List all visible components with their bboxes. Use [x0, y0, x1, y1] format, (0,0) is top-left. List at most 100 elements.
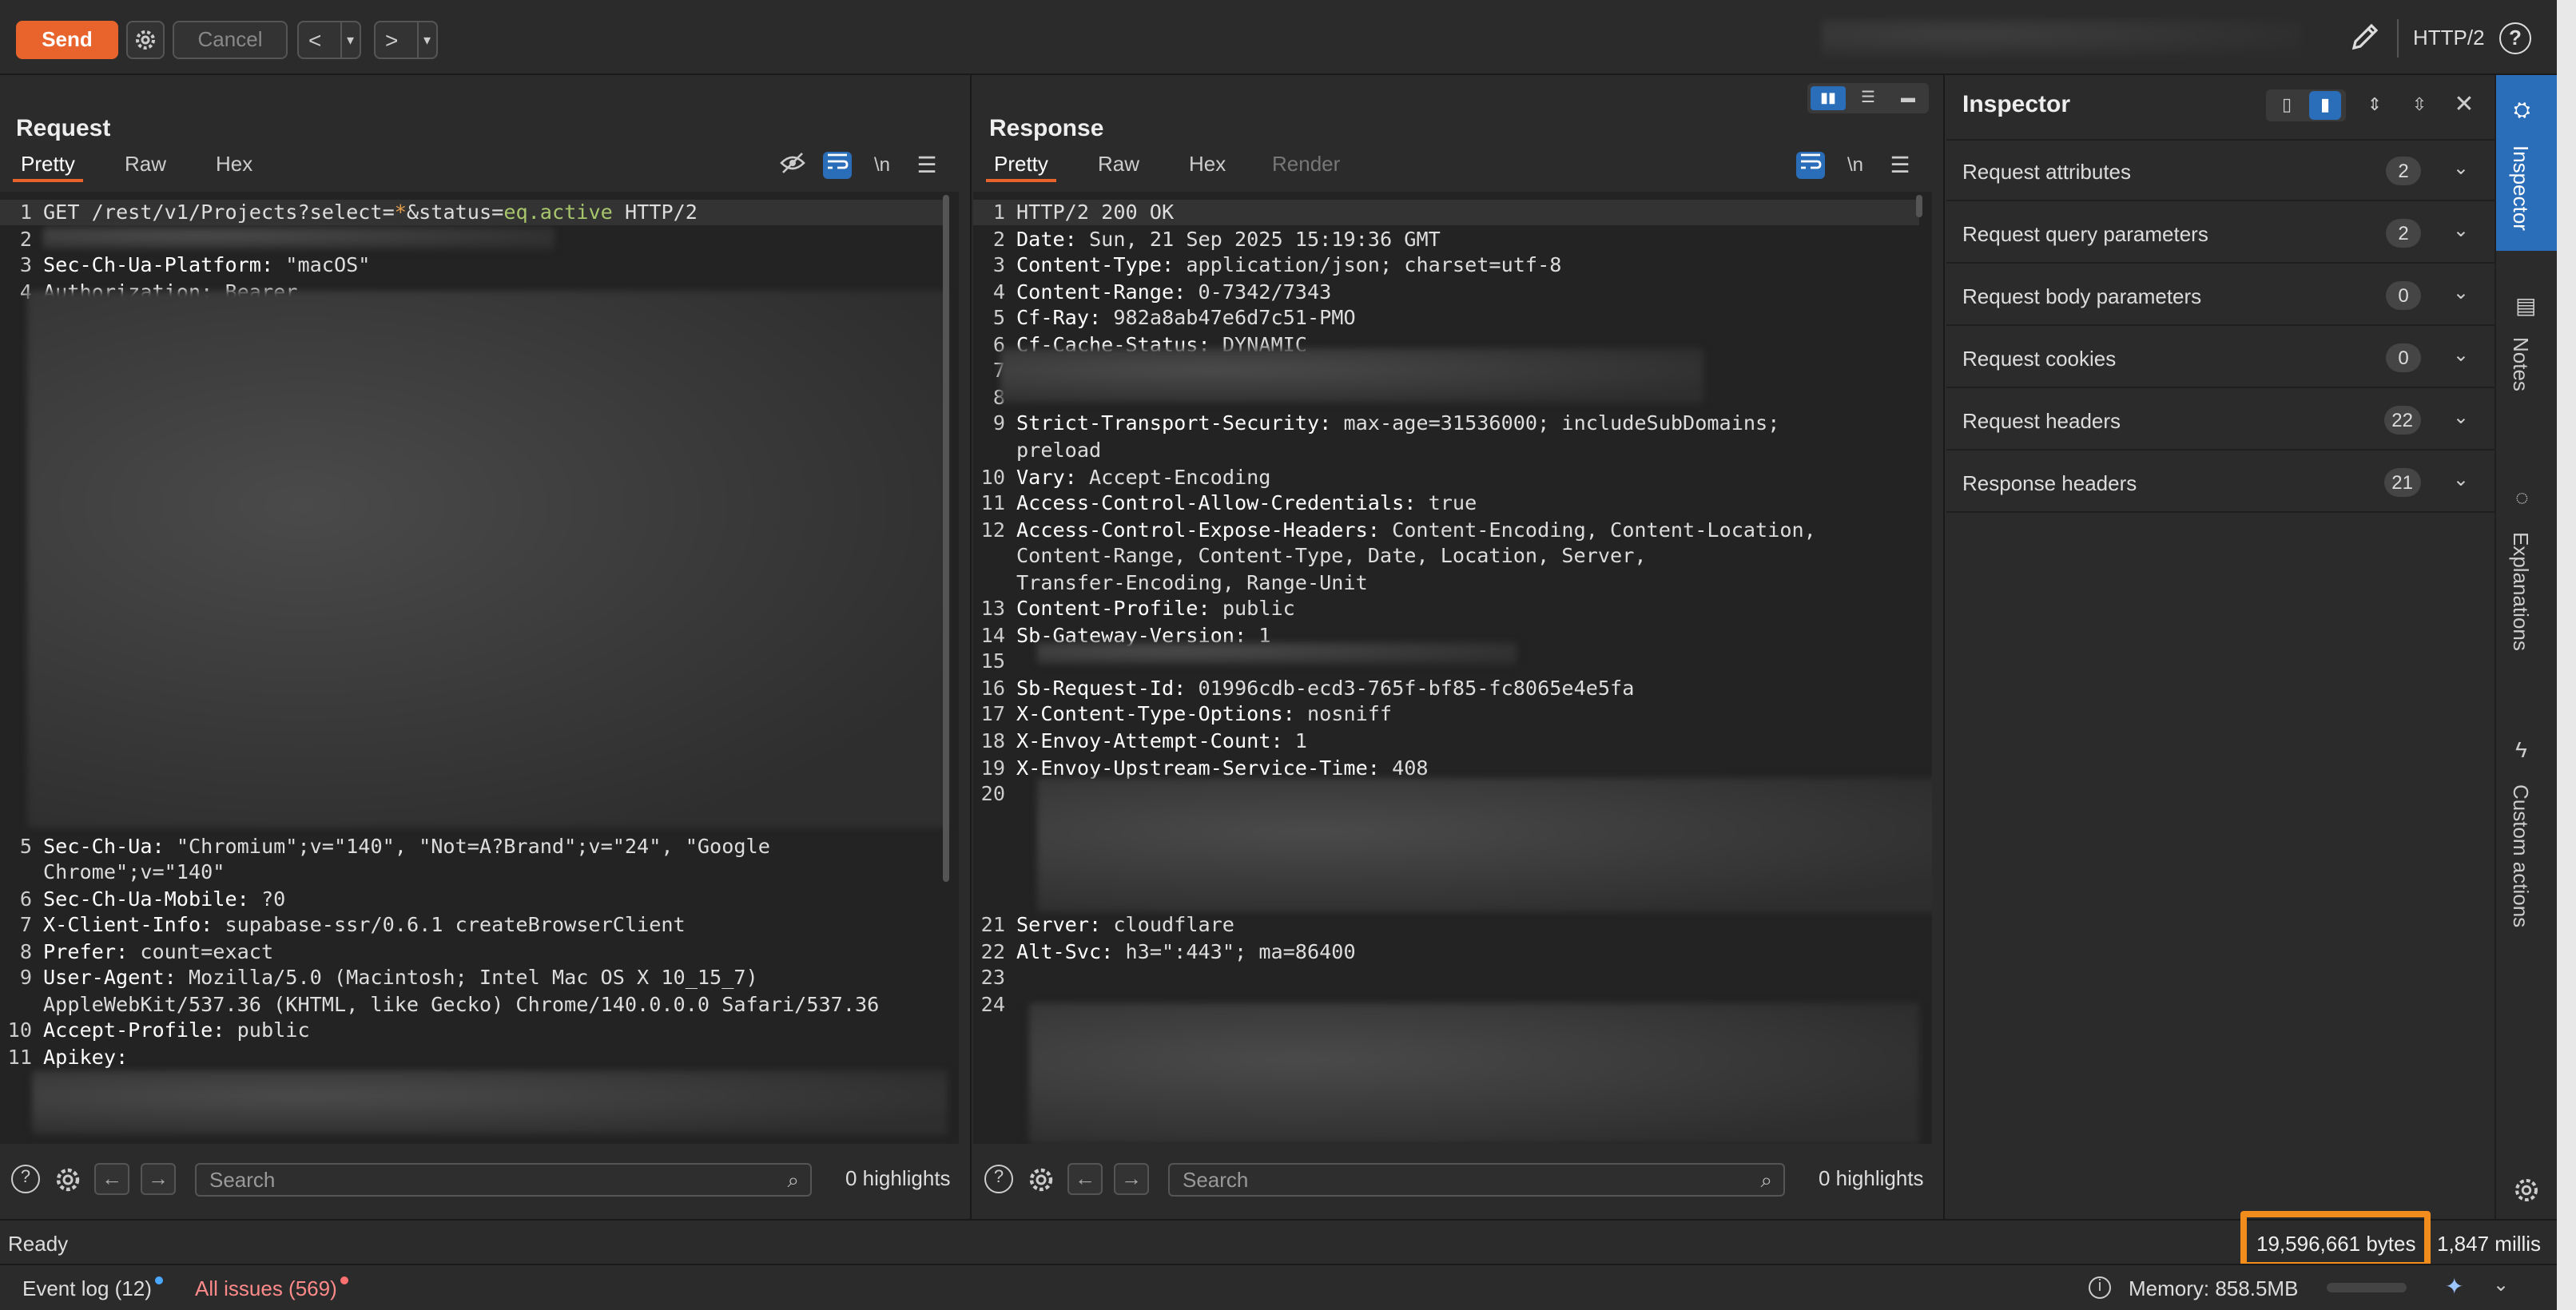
- rail-tab-notes[interactable]: ▤ Notes: [2496, 292, 2557, 452]
- chevron-down-icon[interactable]: ⌄: [2453, 468, 2469, 490]
- response-tab-pretty[interactable]: Pretty: [986, 150, 1056, 182]
- info-icon[interactable]: i: [2089, 1276, 2111, 1299]
- collapse-all-icon[interactable]: ⇳: [2403, 91, 2435, 120]
- inspector-layout-left-icon[interactable]: ▯: [2271, 91, 2303, 120]
- request-code-line: GET /rest/v1/Projects?select=*&status=eq…: [43, 200, 698, 224]
- lightbulb-icon: ◌: [2515, 484, 2529, 510]
- inspector-row-request-attributes[interactable]: Request attributes 2 ⌄: [1946, 141, 2495, 201]
- forward-icon[interactable]: >: [385, 22, 398, 58]
- settings-gear-icon[interactable]: [126, 21, 165, 59]
- response-search-magnifier-icon: ⌕: [1760, 1168, 1772, 1192]
- edit-pencil-icon[interactable]: [2349, 21, 2381, 53]
- response-line-number: 19: [980, 755, 1005, 780]
- back-history-dropdown-icon[interactable]: ▾: [340, 22, 354, 58]
- chevron-down-icon[interactable]: ⌄: [2453, 343, 2469, 366]
- inspector-layout-right-icon[interactable]: ▮: [2309, 91, 2341, 120]
- response-wrap-lines-icon[interactable]: [1796, 152, 1825, 179]
- response-code-line: X-Envoy-Upstream-Service-Time: 408: [1016, 755, 1429, 780]
- response-code-line: Server: cloudflare: [1016, 912, 1234, 936]
- response-menu-icon[interactable]: ☰: [1886, 152, 1914, 179]
- cancel-button[interactable]: Cancel: [173, 21, 288, 59]
- status-ready: Ready: [8, 1232, 69, 1256]
- response-tab-render[interactable]: Render: [1264, 150, 1348, 182]
- response-code-line: Sb-Request-Id: 01996cdb-ecd3-765f-bf85-f…: [1016, 675, 1635, 700]
- request-code-line: Sec-Ch-Ua-Platform: "macOS": [43, 252, 371, 276]
- editor-scrollbar[interactable]: [943, 195, 949, 882]
- wrap-lines-icon[interactable]: [823, 152, 852, 179]
- layout-tabs-icon[interactable]: ▬: [1890, 86, 1926, 110]
- lightning-icon: ϟ: [2515, 736, 2527, 762]
- close-inspector-icon[interactable]: ✕: [2448, 91, 2480, 120]
- inspector-row-request-headers[interactable]: Request headers 22 ⌄: [1946, 390, 2495, 451]
- back-button-group[interactable]: < ▾: [297, 21, 361, 59]
- layout-toggle-group: ▮▮ ☰ ▬: [1807, 83, 1929, 113]
- response-search-next-icon[interactable]: →: [1114, 1163, 1149, 1195]
- request-search-next-icon[interactable]: →: [141, 1163, 176, 1195]
- request-search-settings-gear-icon[interactable]: [53, 1165, 83, 1195]
- show-newlines-icon[interactable]: \n: [868, 152, 896, 179]
- issues-dot-icon: [340, 1276, 348, 1284]
- hide-nonprintable-eye-icon[interactable]: [778, 152, 807, 179]
- request-tab-pretty[interactable]: Pretty: [13, 150, 83, 182]
- editor-scrollbar[interactable]: [1916, 195, 1922, 217]
- response-tab-raw[interactable]: Raw: [1090, 150, 1147, 182]
- response-search-prev-icon[interactable]: ←: [1067, 1163, 1103, 1195]
- response-code-line: X-Content-Type-Options: nosniff: [1016, 701, 1393, 726]
- event-log-link[interactable]: Event log (12): [22, 1276, 163, 1300]
- response-highlights-count: 0 highlights: [1819, 1166, 1924, 1190]
- request-tab-raw[interactable]: Raw: [117, 150, 174, 182]
- response-view-icons: \n ☰: [1796, 152, 1927, 181]
- redacted-response-header-15: [1037, 642, 1517, 665]
- response-tab-hex[interactable]: Hex: [1181, 150, 1234, 182]
- response-help-icon[interactable]: ?: [984, 1165, 1013, 1193]
- response-editor[interactable]: 1 HTTP/2 200 OK 2 Date: Sun, 21 Sep 2025 15…: [973, 192, 1932, 1144]
- layout-side-by-side-icon[interactable]: ▮▮: [1811, 86, 1846, 110]
- response-line-number: 1: [992, 200, 1005, 224]
- response-line-number: 18: [980, 728, 1005, 752]
- request-line-number: 9: [19, 965, 32, 989]
- inspector-row-request-query-parameters[interactable]: Request query parameters 2 ⌄: [1946, 203, 2495, 264]
- help-icon[interactable]: ?: [2499, 22, 2531, 54]
- request-code-line: Apikey:: [43, 1045, 129, 1069]
- response-code-line: Strict-Transport-Security: max-age=31536…: [1016, 411, 1780, 435]
- request-view-icons: \n ☰: [778, 152, 954, 181]
- chevron-down-icon[interactable]: ⌄: [2453, 406, 2469, 428]
- request-help-icon[interactable]: ?: [11, 1165, 40, 1193]
- protocol-label[interactable]: HTTP/2: [2413, 26, 2485, 50]
- count-badge: 21: [2383, 468, 2421, 497]
- all-issues-link[interactable]: All issues (569): [195, 1276, 348, 1300]
- rail-tab-custom-actions[interactable]: ϟ Custom actions: [2496, 736, 2557, 976]
- response-code-line: HTTP/2 200 OK: [1016, 200, 1175, 224]
- rail-settings-gear-icon[interactable]: [2512, 1176, 2541, 1205]
- forward-history-dropdown-icon[interactable]: ▾: [417, 22, 431, 58]
- request-menu-icon[interactable]: ☰: [912, 152, 941, 179]
- response-line-number: 20: [980, 781, 1005, 806]
- request-line-number: 11: [7, 1045, 32, 1069]
- inspector-row-request-body-parameters[interactable]: Request body parameters 0 ⌄: [1946, 265, 2495, 326]
- footer-bar: Event log (12) All issues (569) i Memory…: [0, 1264, 2557, 1310]
- send-button[interactable]: Send: [16, 21, 118, 59]
- rail-tab-explanations[interactable]: ◌ Explanations: [2496, 484, 2557, 724]
- footer-chevron-down-icon[interactable]: ⌄: [2493, 1273, 2509, 1296]
- chevron-down-icon[interactable]: ⌄: [2453, 219, 2469, 241]
- event-log-dot-icon: [154, 1276, 163, 1284]
- chevron-down-icon[interactable]: ⌄: [2453, 157, 2469, 179]
- inspector-row-request-cookies[interactable]: Request cookies 0 ⌄: [1946, 328, 2495, 388]
- request-search-input[interactable]: Search ⌕: [195, 1163, 812, 1197]
- request-tab-hex[interactable]: Hex: [208, 150, 260, 182]
- response-show-newlines-icon[interactable]: \n: [1841, 152, 1870, 179]
- expand-all-icon[interactable]: ⇕: [2359, 91, 2391, 120]
- chevron-down-icon[interactable]: ⌄: [2453, 281, 2469, 304]
- response-search-input[interactable]: Search ⌕: [1168, 1163, 1785, 1197]
- request-editor[interactable]: 1 GET /rest/v1/Projects?select=*&status=e…: [0, 192, 959, 1144]
- rail-tab-inspector[interactable]: ⛭ Inspector: [2496, 75, 2557, 251]
- forward-button-group[interactable]: > ▾: [374, 21, 438, 59]
- response-search-settings-gear-icon[interactable]: [1026, 1165, 1056, 1195]
- response-title: Response: [989, 115, 1104, 142]
- request-code-line: AppleWebKit/537.36 (KHTML, like Gecko) C…: [43, 992, 880, 1016]
- request-search-prev-icon[interactable]: ←: [94, 1163, 129, 1195]
- layout-stacked-icon[interactable]: ☰: [1851, 86, 1886, 110]
- inspector-row-response-headers[interactable]: Response headers 21 ⌄: [1946, 452, 2495, 513]
- back-icon[interactable]: <: [308, 22, 321, 58]
- ai-sparkle-icon[interactable]: ✦: [2445, 1273, 2463, 1300]
